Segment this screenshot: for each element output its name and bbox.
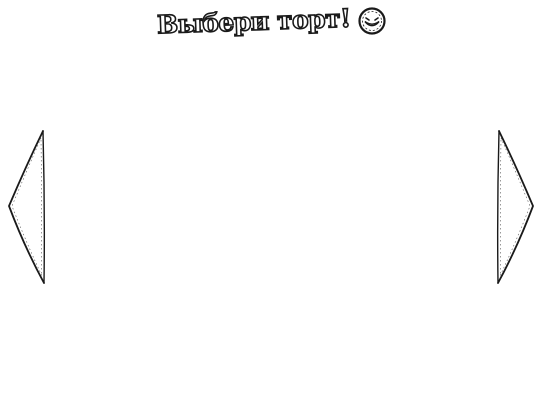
left-triangle-arrow-icon <box>8 130 46 284</box>
right-triangle-arrow-icon <box>496 130 534 284</box>
title-banner: Выбери торт! <box>0 2 544 40</box>
previous-cake-button[interactable] <box>6 128 48 288</box>
smiley-face-icon <box>357 6 387 36</box>
cake-selection-screen: Выбери торт! <box>0 0 544 416</box>
page-title: Выбери торт! <box>156 2 352 39</box>
next-cake-button[interactable] <box>494 128 536 288</box>
